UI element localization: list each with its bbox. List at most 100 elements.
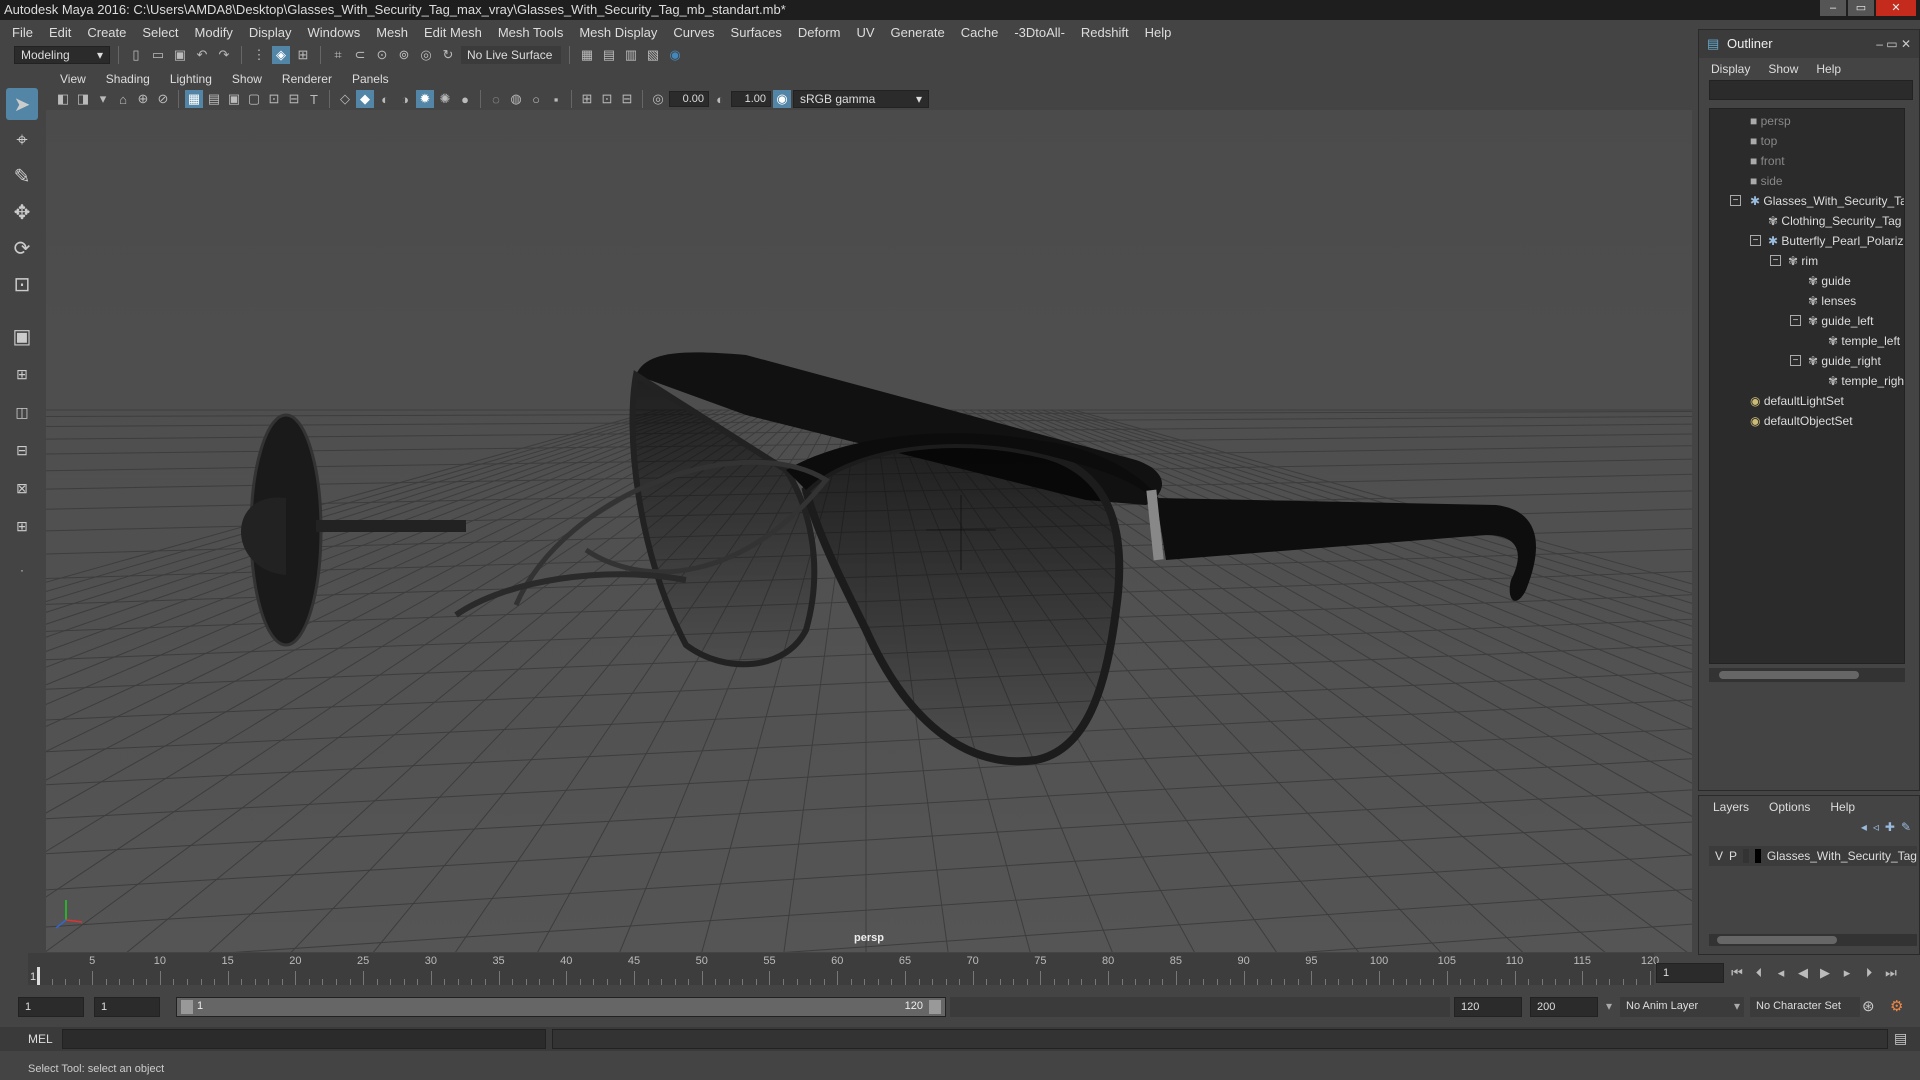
- outliner-menu-help[interactable]: Help: [1816, 62, 1841, 76]
- gamma-field[interactable]: 1.00: [731, 91, 771, 107]
- scene-canvas[interactable]: [46, 110, 1692, 952]
- range-start-handle[interactable]: [181, 1000, 193, 1014]
- collapse-icon[interactable]: −: [1750, 235, 1761, 246]
- outliner-horizontal-scrollbar[interactable]: [1709, 668, 1905, 682]
- viewport-menu-renderer[interactable]: Renderer: [272, 72, 342, 86]
- tree-item-guide-left[interactable]: ✾ guide_left: [1808, 311, 1873, 331]
- new-scene-icon[interactable]: ▯: [127, 46, 145, 64]
- outliner-search-input[interactable]: [1709, 80, 1913, 100]
- scrollbar-thumb[interactable]: [1719, 671, 1859, 679]
- motion-blur-icon[interactable]: ◌: [487, 90, 505, 108]
- menu-mesh-display[interactable]: Mesh Display: [571, 25, 665, 40]
- tree-item-lenses[interactable]: ✾ lenses: [1808, 291, 1856, 311]
- layer-playback-toggle[interactable]: P: [1729, 849, 1737, 863]
- rotate-tool-icon[interactable]: ⟳: [6, 232, 38, 264]
- menu-display[interactable]: Display: [241, 25, 300, 40]
- layout-graph-icon[interactable]: ⊠: [6, 472, 38, 504]
- menu-mesh-tools[interactable]: Mesh Tools: [490, 25, 572, 40]
- wireframe-on-shaded-icon[interactable]: ◐: [376, 90, 394, 108]
- film-gate-icon[interactable]: ⊘: [154, 90, 172, 108]
- minimize-button[interactable]: ‒: [1820, 0, 1846, 16]
- playback-start-field[interactable]: 1: [94, 997, 160, 1017]
- outliner-window-controls[interactable]: ‒ ▭ ✕: [1876, 30, 1911, 58]
- outliner-menu-show[interactable]: Show: [1768, 62, 1798, 76]
- gamma-icon[interactable]: ◐: [711, 90, 729, 108]
- character-set-select[interactable]: No Character Set: [1750, 997, 1860, 1017]
- maximize-button[interactable]: ▭: [1848, 0, 1874, 16]
- command-input[interactable]: [62, 1029, 546, 1049]
- command-language-label[interactable]: MEL: [28, 1032, 53, 1046]
- xray-components-icon[interactable]: ⊟: [618, 90, 636, 108]
- snap-point-icon[interactable]: ⊙: [373, 46, 391, 64]
- layer-menu-help[interactable]: Help: [1830, 800, 1855, 814]
- camera-attributes-icon[interactable]: ◨: [74, 90, 92, 108]
- time-slider-track[interactable]: 1 5 10 15 20 25 30 35 40 45 50 55 60 65 70 75 80 85 90 95 1…: [28, 953, 1659, 985]
- resolution-gate-icon[interactable]: ▤: [205, 90, 223, 108]
- collapse-icon[interactable]: −: [1790, 315, 1801, 326]
- new-layer-icon[interactable]: ✚: [1885, 820, 1895, 834]
- anti-aliasing-icon[interactable]: ◍: [507, 90, 525, 108]
- save-scene-icon[interactable]: ▣: [171, 46, 189, 64]
- exposure-icon[interactable]: ◎: [649, 90, 667, 108]
- safe-title-icon[interactable]: ⊟: [285, 90, 303, 108]
- render-view-icon[interactable]: ◉: [666, 46, 684, 64]
- layer-menu-layers[interactable]: Layers: [1713, 800, 1749, 814]
- scale-tool-icon[interactable]: ⊡: [6, 268, 38, 300]
- text-icon[interactable]: T: [305, 90, 323, 108]
- layout-hypershade-icon[interactable]: ⊞: [6, 510, 38, 542]
- layout-single-icon[interactable]: ▣: [6, 320, 38, 352]
- play-forward-icon[interactable]: ▶: [1816, 964, 1834, 982]
- select-tool-icon[interactable]: ➤: [6, 88, 38, 120]
- open-scene-icon[interactable]: ▭: [149, 46, 167, 64]
- smooth-shade-icon[interactable]: ◆: [356, 90, 374, 108]
- layout-four-icon[interactable]: ⊞: [6, 358, 38, 390]
- close-button[interactable]: ✕: [1876, 0, 1916, 16]
- layer-color-swatch[interactable]: [1754, 849, 1761, 863]
- viewport-menu-view[interactable]: View: [50, 72, 96, 86]
- menu-help[interactable]: Help: [1137, 25, 1180, 40]
- play-backward-icon[interactable]: ◀: [1794, 964, 1812, 982]
- step-forward-frame-icon[interactable]: ▸: [1838, 964, 1856, 982]
- more-layouts-icon[interactable]: ·: [6, 554, 38, 586]
- layer-type-toggle[interactable]: [1743, 849, 1749, 863]
- go-to-start-icon[interactable]: ⏮: [1728, 964, 1746, 982]
- select-component-icon[interactable]: ⊞: [294, 46, 312, 64]
- layout-outliner-icon[interactable]: ⊟: [6, 434, 38, 466]
- live-surface-field[interactable]: No Live Surface: [461, 46, 561, 64]
- move-tool-icon[interactable]: ✥: [6, 196, 38, 228]
- menu-uv[interactable]: UV: [848, 25, 882, 40]
- script-editor-icon[interactable]: ▤: [1894, 1030, 1907, 1047]
- move-layer-up-icon[interactable]: ◂: [1861, 820, 1867, 834]
- tree-item-default-object-set[interactable]: ◉ defaultObjectSet: [1750, 411, 1853, 431]
- layer-scrollbar[interactable]: [1709, 934, 1917, 946]
- menu-curves[interactable]: Curves: [665, 25, 722, 40]
- range-slider[interactable]: 1 120: [176, 997, 946, 1017]
- tree-item-rim[interactable]: ✾ rim: [1788, 251, 1818, 271]
- ipr-render-icon[interactable]: ▤: [600, 46, 618, 64]
- redo-icon[interactable]: ↷: [215, 46, 233, 64]
- xray-joints-icon[interactable]: ⊡: [598, 90, 616, 108]
- start-time-field[interactable]: 1: [18, 997, 84, 1017]
- render-frame-icon[interactable]: ▦: [578, 46, 596, 64]
- paint-select-tool-icon[interactable]: ✎: [6, 160, 38, 192]
- exposure-field[interactable]: 0.00: [669, 91, 709, 107]
- viewport-menu-lighting[interactable]: Lighting: [160, 72, 222, 86]
- field-chart-icon[interactable]: ▢: [245, 90, 263, 108]
- end-time-field[interactable]: 200: [1530, 997, 1598, 1017]
- color-management-icon[interactable]: ◉: [773, 90, 791, 108]
- textured-icon[interactable]: ◑: [396, 90, 414, 108]
- ambient-occlusion-icon[interactable]: ●: [456, 90, 474, 108]
- menu-deform[interactable]: Deform: [790, 25, 849, 40]
- snap-curve-icon[interactable]: ⊂: [351, 46, 369, 64]
- snap-live-icon[interactable]: ↻: [439, 46, 457, 64]
- snap-view-icon[interactable]: ⊚: [395, 46, 413, 64]
- scrollbar-thumb[interactable]: [1717, 936, 1837, 944]
- safe-action-icon[interactable]: ⊡: [265, 90, 283, 108]
- step-back-key-icon[interactable]: ⏴: [1750, 964, 1768, 982]
- current-frame-field[interactable]: 1: [1656, 963, 1724, 983]
- menu-file[interactable]: File: [4, 25, 41, 40]
- grid-toggle-icon[interactable]: ⊕: [134, 90, 152, 108]
- step-back-frame-icon[interactable]: ◂: [1772, 964, 1790, 982]
- xray-icon[interactable]: ⊞: [578, 90, 596, 108]
- 3d-viewport[interactable]: persp M: [46, 110, 1692, 952]
